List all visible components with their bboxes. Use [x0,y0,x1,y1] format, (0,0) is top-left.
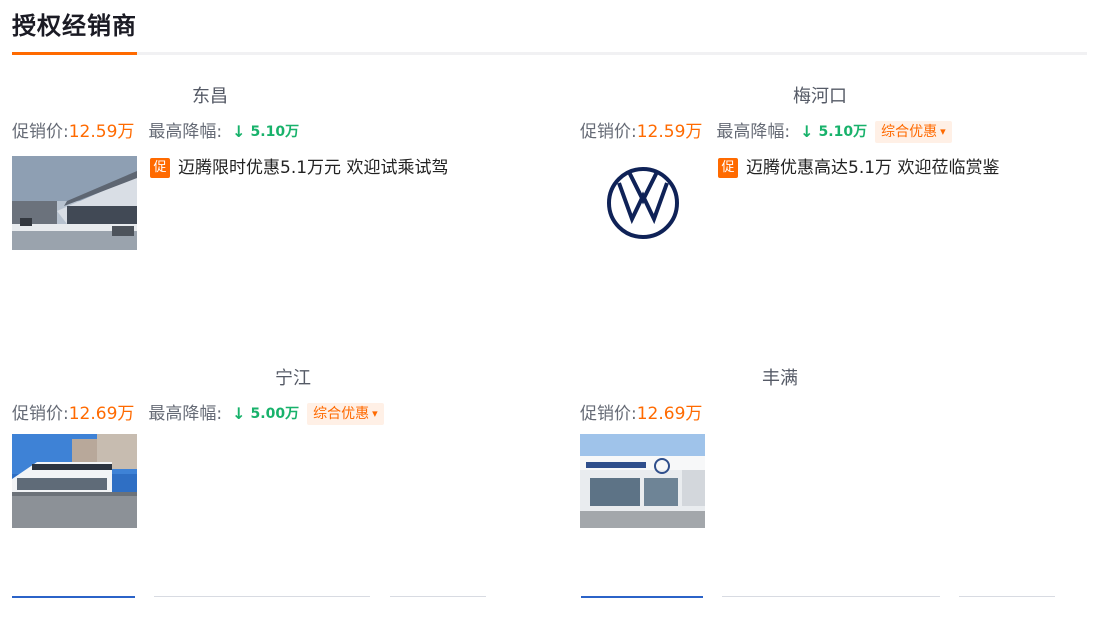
dealer-name[interactable]: 东昌 [12,86,408,108]
down-arrow-icon: ↓ [800,122,814,141]
price-label: 促销价: [580,404,637,424]
max-drop-value: 5.10万 [250,124,300,140]
section-title: 授权经销商 [12,12,137,40]
price-label: 促销价: [12,122,69,142]
overall-discount-label: 综合优惠 [313,406,370,422]
max-drop-label: 最高降幅: [716,122,791,142]
max-drop-label: 最高降幅: [148,404,223,424]
promo-price: 12.59万 [636,122,703,142]
inquiry-button[interactable] [154,596,370,598]
promo-price: 12.59万 [68,122,135,142]
inquiry-button[interactable] [722,596,940,598]
promo-badge-icon: 促 [150,158,170,178]
price-row: 促销价: 12.69万 最高降幅: ↓ 5.00万 综合优惠 ▾ [12,402,384,426]
section-header: 授权经销商 [12,0,1087,56]
max-drop-value: 5.10万 [818,124,868,140]
news-title[interactable]: 迈腾限时优惠5.1万元 欢迎试乘试驾 [178,156,448,180]
chevron-down-icon: ▾ [940,125,946,138]
dealer-photo[interactable] [12,156,137,250]
dealer-card-fengman: 丰满 促销价: 12.69万 [580,368,1100,628]
price-row: 促销价: 12.69万 [580,402,716,426]
dealer-photo[interactable] [580,434,705,528]
title-divider [12,52,1087,55]
overall-discount-button[interactable]: 综合优惠 ▾ [875,121,952,143]
max-drop-value: 5.00万 [250,406,300,422]
down-arrow-icon: ↓ [232,404,246,423]
dealer-name[interactable]: 丰满 [580,368,980,390]
call-dealer-button[interactable] [12,596,135,599]
volkswagen-logo-icon [580,156,705,250]
call-dealer-button[interactable] [581,596,703,599]
title-underline [12,52,137,55]
map-button[interactable] [959,596,1055,598]
dealer-name[interactable]: 梅河口 [580,86,1060,108]
promo-badge-icon: 促 [718,158,738,178]
dealer-name[interactable]: 宁江 [12,368,574,390]
promo-news[interactable]: 促 迈腾限时优惠5.1万元 欢迎试乘试驾 [150,156,448,180]
overall-discount-button[interactable]: 综合优惠 ▾ [307,403,384,425]
news-title[interactable]: 迈腾优惠高达5.1万 欢迎莅临赏鉴 [746,156,999,180]
dealer-card-ningjiang: 宁江 促销价: 12.69万 最高降幅: ↓ 5.00万 综合优惠 ▾ [12,368,532,628]
dealer-photo[interactable] [12,434,137,528]
overall-discount-label: 综合优惠 [881,124,938,140]
chevron-down-icon: ▾ [372,407,378,420]
dealer-card-dongchang: 东昌 促销价: 12.59万 最高降幅: ↓ 5.10万 促 迈腾限时优惠5.1… [12,86,532,346]
map-button[interactable] [390,596,486,598]
down-arrow-icon: ↓ [232,122,246,141]
dealer-logo[interactable] [580,156,705,250]
promo-news[interactable]: 促 迈腾优惠高达5.1万 欢迎莅临赏鉴 [718,156,999,180]
price-row: 促销价: 12.59万 最高降幅: ↓ 5.10万 综合优惠 ▾ [580,120,952,144]
price-label: 促销价: [580,122,637,142]
max-drop-label: 最高降幅: [148,122,223,142]
promo-price: 12.69万 [68,404,135,424]
dealer-card-meihekou: 梅河口 促销价: 12.59万 最高降幅: ↓ 5.10万 综合优惠 ▾ 促 迈… [580,86,1100,346]
price-label: 促销价: [12,404,69,424]
price-row: 促销价: 12.59万 最高降幅: ↓ 5.10万 [12,120,299,144]
promo-price: 12.69万 [636,404,703,424]
